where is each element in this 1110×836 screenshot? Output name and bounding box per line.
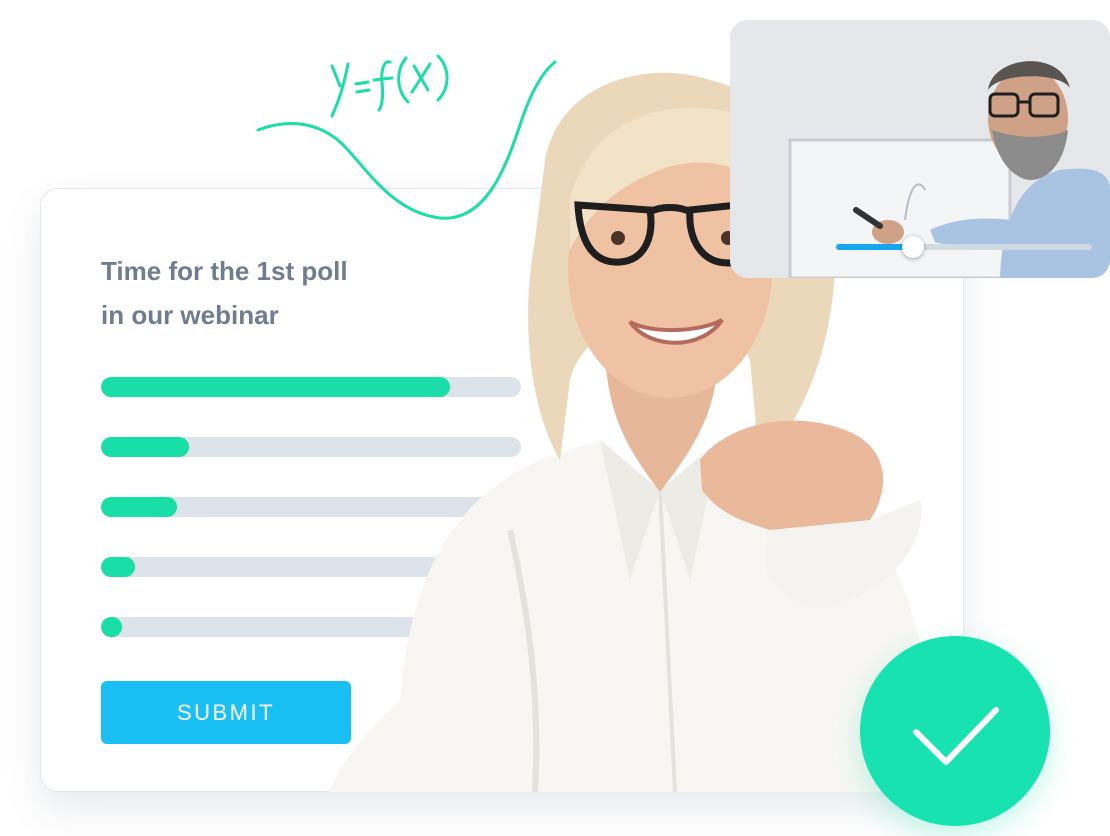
poll-option-fill xyxy=(101,617,122,637)
video-progress-bar[interactable] xyxy=(836,236,1092,258)
video-scrubber-handle[interactable] xyxy=(901,236,924,258)
poll-option-fill xyxy=(101,437,190,457)
submit-button[interactable]: SUBMIT xyxy=(101,681,351,744)
poll-title-line-1: Time for the 1st poll xyxy=(101,256,348,286)
whiteboard xyxy=(788,138,1012,278)
video-thumbnail[interactable] xyxy=(730,20,1110,278)
poll-option-fill xyxy=(101,497,177,517)
checkmark-icon xyxy=(913,707,999,765)
stage: Time for the 1st poll in our webinar SUB… xyxy=(0,0,1110,836)
success-badge xyxy=(860,636,1050,826)
poll-title-line-2: in our webinar xyxy=(101,300,279,330)
poll-option-fill xyxy=(101,557,135,577)
